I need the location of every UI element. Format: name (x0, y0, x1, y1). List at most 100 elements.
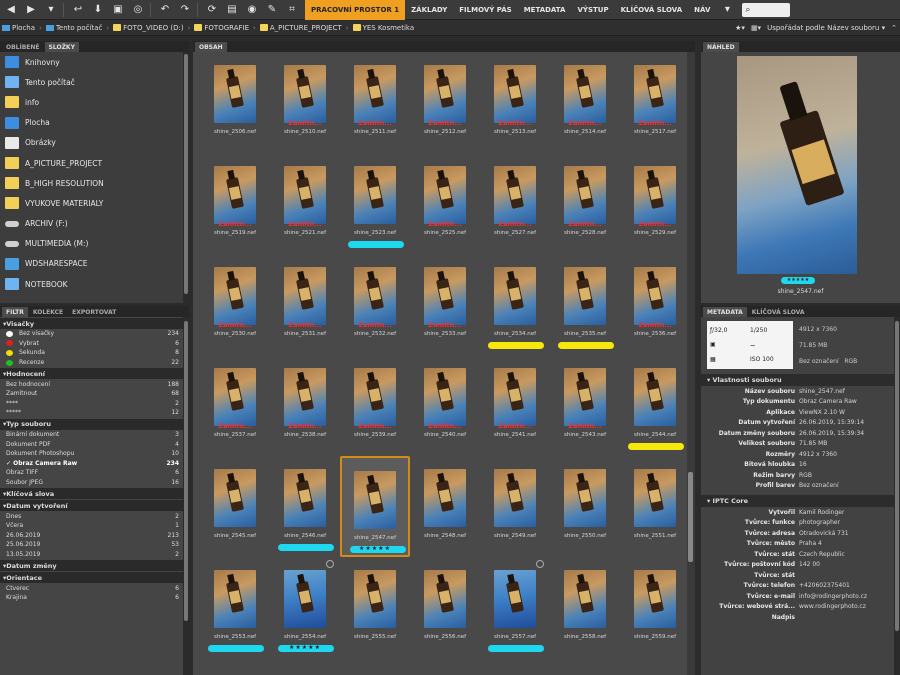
workspace-tab[interactable]: PRACOVNÍ PROSTOR 1 (305, 0, 406, 20)
thumbnail-image[interactable] (564, 65, 606, 123)
sort-direction-icon[interactable]: ⌃ (888, 24, 900, 32)
recent-folders-icon[interactable]: ▾ (42, 2, 60, 18)
thumbnail-cell[interactable]: shine_2558.nef (550, 557, 620, 658)
metadata-value[interactable]: Kamil Rodinger (799, 509, 844, 516)
folders-scrollbar[interactable] (183, 52, 189, 303)
thumbnail-cell[interactable]: shine_2559.nef (620, 557, 690, 658)
folder-item[interactable]: info (0, 92, 189, 112)
thumbnail-image[interactable] (214, 166, 256, 224)
filter-row[interactable]: Obraz TIFF 6 (0, 468, 189, 478)
camera-icon[interactable]: ◉ (243, 2, 261, 18)
preview-image[interactable] (737, 56, 857, 274)
thumbnail-cell[interactable]: shine_2551.nef (620, 456, 690, 557)
thumbnail-cell[interactable]: Zamítn... shine_2538.nef (270, 355, 340, 456)
thumbnail-cell[interactable]: shine_2557.nef (480, 557, 550, 658)
folder-item[interactable]: B_HIGH RESOLUTION (0, 173, 189, 193)
thumbnail-cell[interactable]: Zamítn... shine_2525.nef (410, 153, 480, 254)
filter-row[interactable]: Bez visačky 234 (0, 329, 189, 339)
file-properties-header[interactable]: ▾ Vlastnosti souboru (701, 374, 900, 386)
folder-item[interactable]: WDSHARESPACE (0, 254, 189, 274)
filter-section-header[interactable]: ▾ Orientace (0, 572, 189, 584)
thumbnail-cell[interactable]: shine_2556.nef (410, 557, 480, 658)
thumbnail-cell[interactable]: Zamítn... shine_2517.nef (620, 52, 690, 153)
boomerang-icon[interactable]: ↩ (69, 2, 87, 18)
folder-item[interactable]: Tento počítač (0, 72, 189, 92)
thumbnail-image[interactable] (284, 368, 326, 426)
tab-metadata[interactable]: METADATA (703, 307, 747, 317)
filter-scrollbar[interactable] (183, 317, 189, 675)
thumbnail-image[interactable] (494, 267, 536, 325)
thumbnail-cell[interactable]: Zamítn... shine_2528.nef (550, 153, 620, 254)
thumbnail-image[interactable] (634, 65, 676, 123)
thumbnail-cell[interactable]: Zamítn... shine_2540.nef (410, 355, 480, 456)
metadata-value[interactable]: 71.85 MB (799, 440, 827, 447)
filter-row[interactable]: Dokument Photoshopu 10 (0, 449, 189, 459)
thumbnail-image[interactable] (214, 267, 256, 325)
metadata-value[interactable]: shine_2547.nef (799, 388, 845, 395)
thumbnail-image[interactable] (564, 469, 606, 527)
breadcrumb-item[interactable]: FOTO_VIDEO (D:) (111, 24, 185, 32)
filter-row[interactable]: 13.05.2019 2 (0, 550, 189, 560)
thumbnail-image[interactable] (424, 267, 466, 325)
thumbnail-image[interactable] (494, 166, 536, 224)
thumbnail-image[interactable] (354, 471, 396, 529)
rotate-left-icon[interactable]: ↶ (156, 2, 174, 18)
folder-item[interactable]: Plocha (0, 113, 189, 133)
folder-item[interactable]: Knihovny (0, 52, 189, 72)
get-photos-icon[interactable]: ⬇ (89, 2, 107, 18)
thumbnail-cell[interactable]: shine_2549.nef (480, 456, 550, 557)
thumbnail-cell[interactable]: Zamítn... shine_2543.nef (550, 355, 620, 456)
breadcrumb-item[interactable]: Tento počítač (44, 24, 104, 32)
thumbnail-cell[interactable]: Zamítn... shine_2531.nef (270, 254, 340, 355)
scroll-thumb[interactable] (688, 472, 693, 562)
thumbnail-cell[interactable]: shine_2553.nef (200, 557, 270, 658)
thumbnail-image[interactable] (494, 65, 536, 123)
forward-icon[interactable]: ▶ (22, 2, 40, 18)
filter-row[interactable]: Soubor JPEG 16 (0, 478, 189, 488)
thumbnail-cell[interactable]: Zamítn... shine_2533.nef (410, 254, 480, 355)
tab-export[interactable]: EXPORTOVAT (68, 307, 120, 317)
thumbnail-image[interactable] (634, 166, 676, 224)
metadata-value[interactable]: +420602375401 (799, 582, 850, 589)
metadata-value[interactable]: Czech Republic (799, 551, 845, 558)
metadata-value[interactable]: Obraz Camera Raw (799, 398, 857, 405)
rotate-right-icon[interactable]: ↷ (176, 2, 194, 18)
sort-dropdown[interactable]: Uspořádat podle Název souboru ▾ (764, 24, 888, 32)
thumbnail-cell[interactable]: Zamítn... shine_2532.nef (340, 254, 410, 355)
metadata-value[interactable]: 26.06.2019, 15:39:34 (799, 430, 864, 437)
filter-row[interactable]: Čtverec 6 (0, 583, 189, 593)
thumbnail-image[interactable] (214, 469, 256, 527)
workspace-tab[interactable]: FILMOVÝ PÁS (453, 0, 517, 20)
filter-row[interactable]: Dnes 2 (0, 511, 189, 521)
filter-section-header[interactable]: ▾ Visačky (0, 318, 189, 329)
thumbnail-cell[interactable]: Zamítn... shine_2536.nef (620, 254, 690, 355)
tab-collections[interactable]: KOLEKCE (29, 307, 67, 317)
tab-favorites[interactable]: OBLÍBENÉ (2, 42, 44, 52)
thumbnail-image[interactable] (354, 267, 396, 325)
thumbnail-cell[interactable]: Zamítn... shine_2539.nef (340, 355, 410, 456)
breadcrumb-item[interactable]: YES Kosmetika (351, 24, 417, 32)
tab-content[interactable]: OBSAH (195, 42, 227, 52)
thumbnail-cell[interactable]: shine_2555.nef (340, 557, 410, 658)
scroll-thumb[interactable] (184, 321, 188, 621)
filter-row[interactable]: **** 2 (0, 399, 189, 409)
thumbnail-image[interactable] (634, 570, 676, 628)
folder-item[interactable]: A_PICTURE_PROJECT (0, 153, 189, 173)
thumbnail-image[interactable] (564, 368, 606, 426)
folder-item[interactable]: MULTIMEDIA (M:) (0, 234, 189, 254)
workspace-tab[interactable]: KLÍČOVÁ SLOVA (615, 0, 689, 20)
thumbnail-cell[interactable]: Zamítn... shine_2537.nef (200, 355, 270, 456)
crop-icon[interactable]: ⌗ (283, 2, 301, 18)
favorite-star-icon[interactable]: ★▾ (732, 24, 748, 32)
thumbnail-image[interactable] (424, 570, 466, 628)
thumbnail-image[interactable] (284, 469, 326, 527)
folder-item[interactable]: NOTEBOOK (0, 274, 189, 294)
thumbnail-cell[interactable]: Zamítn... shine_2514.nef (550, 52, 620, 153)
thumbnail-image[interactable] (354, 65, 396, 123)
thumbnail-image[interactable] (284, 267, 326, 325)
metadata-value[interactable]: 142 00 (799, 561, 820, 568)
thumbnail-image[interactable] (564, 570, 606, 628)
breadcrumb-item[interactable]: Plocha (0, 24, 37, 32)
thumbnail-cell[interactable]: shine_2523.nef (340, 153, 410, 254)
back-icon[interactable]: ◀ (2, 2, 20, 18)
